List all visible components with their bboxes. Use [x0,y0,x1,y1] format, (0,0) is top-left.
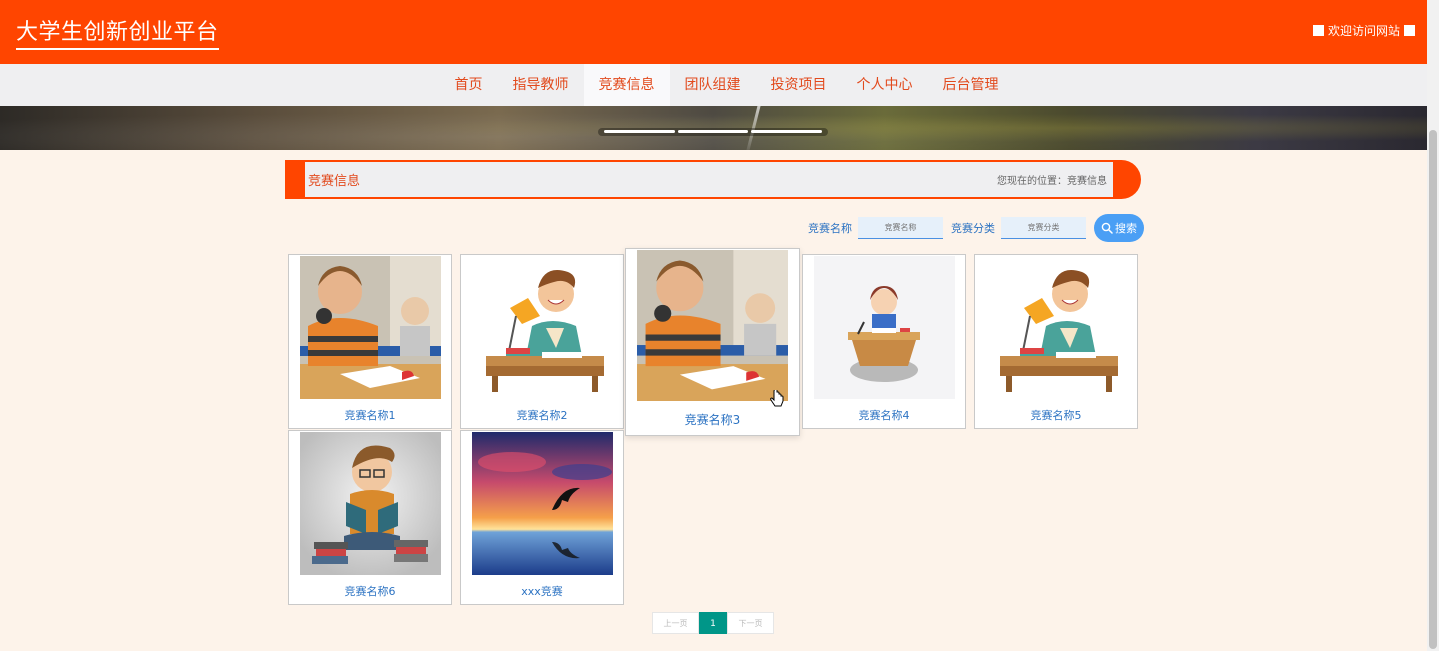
search-form: 竞赛名称 竞赛分类 搜索 [808,214,1144,242]
hand-cursor-icon [770,390,784,407]
square-icon [1404,25,1415,36]
carousel-dot[interactable] [677,130,749,133]
search-button-label: 搜索 [1115,222,1137,235]
site-header: 大学生创新创业平台 欢迎访问网站 [0,0,1427,64]
carousel-indicators [598,128,828,136]
nav-item-competitions[interactable]: 竞赛信息 [583,64,670,106]
nav-item-home[interactable]: 首页 [440,64,498,106]
carousel-dot[interactable] [604,130,675,133]
cartoon-boy-reading-image [300,432,441,575]
card-title[interactable]: xxx竞赛 [461,583,623,599]
square-icon [1312,25,1324,36]
cartoon-boy-desk-image [472,256,613,399]
nav-item-profile[interactable]: 个人中心 [842,64,928,106]
search-button[interactable]: 搜索 [1094,214,1144,242]
nav-item-admin[interactable]: 后台管理 [928,64,1014,106]
page-number-button[interactable]: 1 [699,612,727,634]
search-icon [1101,222,1113,234]
card-title[interactable]: 竞赛名称4 [803,407,965,423]
cartoon-boy-desk-image [986,256,1127,399]
next-page-button[interactable]: 下一页 [727,612,774,634]
nav-item-teachers[interactable]: 指导教师 [498,64,584,106]
main-nav: 首页 指导教师 竞赛信息 团队组建 投资项目 个人中心 后台管理 [0,64,1427,106]
pagination: 上一页 1 下一页 [652,612,774,634]
section-title: 竞赛信息 [308,174,361,189]
breadcrumb-bar: 竞赛信息 您现在的位置：竞赛信息 [285,160,1141,199]
name-search-input[interactable] [858,217,943,239]
name-label: 竞赛名称 [808,222,852,235]
carousel-dot[interactable] [751,130,823,133]
scrollbar-thumb[interactable] [1429,130,1437,649]
nav-item-investment[interactable]: 投资项目 [756,64,842,106]
welcome-area: 欢迎访问网站 [1312,22,1415,39]
card-title[interactable]: 竞赛名称3 [626,411,799,428]
breadcrumb: 竞赛信息 您现在的位置：竞赛信息 [305,162,1113,197]
nav-item-teams[interactable]: 团队组建 [670,64,756,106]
card-title[interactable]: 竞赛名称2 [461,407,623,423]
competition-card[interactable]: 竞赛名称6 [288,430,452,605]
category-search-input[interactable] [1001,217,1086,239]
competition-card[interactable]: xxx竞赛 [460,430,624,605]
competition-card[interactable]: 竞赛名称4 [802,254,966,429]
welcome-text: 欢迎访问网站 [1327,24,1400,38]
current-position: 您现在的位置：竞赛信息 [997,176,1107,187]
prev-page-button[interactable]: 上一页 [652,612,699,634]
card-title[interactable]: 竞赛名称6 [289,583,451,599]
competition-card[interactable]: 竞赛名称5 [974,254,1138,429]
card-title[interactable]: 竞赛名称5 [975,407,1137,423]
card-title[interactable]: 竞赛名称1 [289,407,451,423]
competition-card[interactable]: 竞赛名称1 [288,254,452,429]
cartoon-girl-desk-image [814,256,955,399]
competition-card[interactable]: 竞赛名称2 [460,254,624,429]
banner-carousel [0,106,1427,150]
boy-thinking-image [637,250,788,401]
site-title[interactable]: 大学生创新创业平台 [16,14,219,50]
boy-thinking-image [300,256,441,399]
category-label: 竞赛分类 [951,222,995,235]
sunset-dolphin-image [472,432,613,575]
